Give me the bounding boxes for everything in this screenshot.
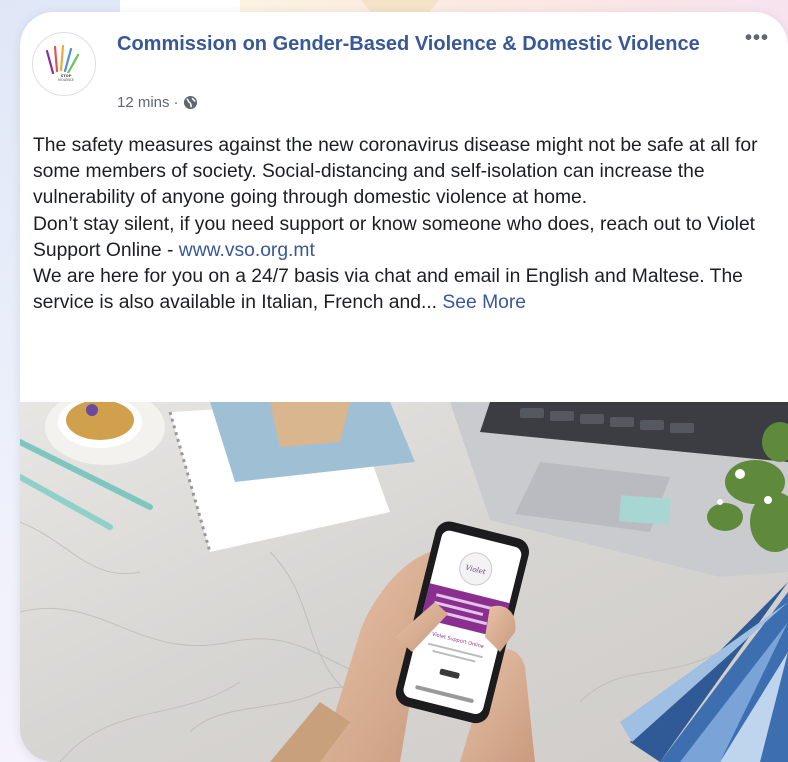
facebook-post-card: STOP VIOLENCE Commission on Gender-Based… [20, 12, 788, 762]
post-paragraph-3-text: We are here for you on a 24/7 basis via … [33, 266, 743, 314]
post-paragraph-2: Don’t stay silent, if you need support o… [33, 212, 781, 264]
post-photo[interactable]: Violet Violet Support Online [20, 402, 788, 762]
see-more-link[interactable]: See More [442, 292, 526, 313]
post-paragraph-1: The safety measures against the new coro… [33, 135, 758, 209]
post-body: The safety measures against the new coro… [33, 133, 781, 316]
post-header: STOP VIOLENCE Commission on Gender-Based… [20, 12, 788, 130]
page-name-link[interactable]: Commission on Gender-Based Violence & Do… [117, 30, 717, 58]
svg-text:VIOLENCE: VIOLENCE [58, 78, 74, 82]
stop-violence-logo: STOP VIOLENCE [45, 44, 80, 82]
timestamp-link[interactable]: 12 mins [117, 94, 170, 111]
post-paragraph-2-text: Don’t stay silent, if you need support o… [33, 213, 756, 261]
more-options-button[interactable]: ••• [737, 26, 777, 50]
post-meta: 12 mins · [117, 94, 198, 111]
vso-link[interactable]: www.vso.org.mt [179, 240, 315, 261]
page-avatar[interactable]: STOP VIOLENCE [32, 32, 96, 96]
desk-phone-image: Violet Violet Support Online [20, 402, 788, 762]
post-paragraph-3: We are here for you on a 24/7 basis via … [33, 264, 781, 316]
globe-icon[interactable] [183, 95, 198, 110]
meta-separator: · [173, 94, 179, 111]
